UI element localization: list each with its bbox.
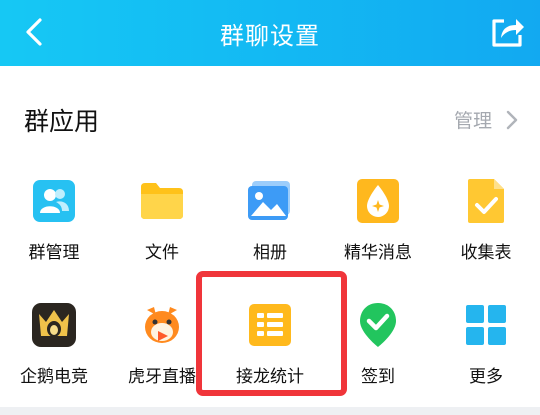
app-label: 更多 xyxy=(469,367,503,387)
app-penguin-esports[interactable]: 企鹅电竞 xyxy=(0,294,108,404)
app-label: 收集表 xyxy=(460,243,512,263)
group-apps-header: 群应用 管理 xyxy=(0,92,540,152)
app-label: 企鹅电竞 xyxy=(20,367,88,387)
app-form[interactable]: 收集表 xyxy=(432,170,540,280)
app-label: 相册 xyxy=(253,243,287,263)
bottom-divider xyxy=(0,407,540,415)
huya-tiger-icon xyxy=(139,302,185,348)
app-label: 群管理 xyxy=(28,243,80,263)
manage-label: 管理 xyxy=(453,110,492,132)
essence-drop-icon xyxy=(357,179,399,223)
photo-album-icon xyxy=(248,181,290,220)
app-label: 精华消息 xyxy=(344,243,412,263)
page-title: 群聊设置 xyxy=(220,21,320,50)
app-row: 群管理 文件 相册 精华消息 收集表 xyxy=(0,170,540,280)
form-check-icon xyxy=(468,179,504,223)
folder-icon xyxy=(141,183,183,219)
more-grid-icon xyxy=(466,305,506,345)
share-icon xyxy=(492,19,524,47)
app-files[interactable]: 文件 xyxy=(108,170,216,280)
app-label: 签到 xyxy=(361,367,395,387)
penguin-esports-icon xyxy=(32,303,76,347)
app-label: 文件 xyxy=(145,243,179,263)
section-title: 群应用 xyxy=(24,107,100,136)
checkin-pin-icon xyxy=(360,303,396,347)
app-group-manage[interactable]: 群管理 xyxy=(0,170,108,280)
group-manage-icon xyxy=(33,180,75,222)
title-bar: 群聊设置 xyxy=(0,0,540,66)
app-more[interactable]: 更多 xyxy=(432,294,540,404)
highlight-box xyxy=(196,271,347,396)
share-button[interactable] xyxy=(486,10,530,54)
app-label: 虎牙直播 xyxy=(128,367,196,387)
manage-link[interactable]: 管理 xyxy=(454,106,518,133)
app-essence[interactable]: 精华消息 xyxy=(324,170,432,280)
chevron-right-icon xyxy=(506,110,518,129)
app-album[interactable]: 相册 xyxy=(216,170,324,280)
